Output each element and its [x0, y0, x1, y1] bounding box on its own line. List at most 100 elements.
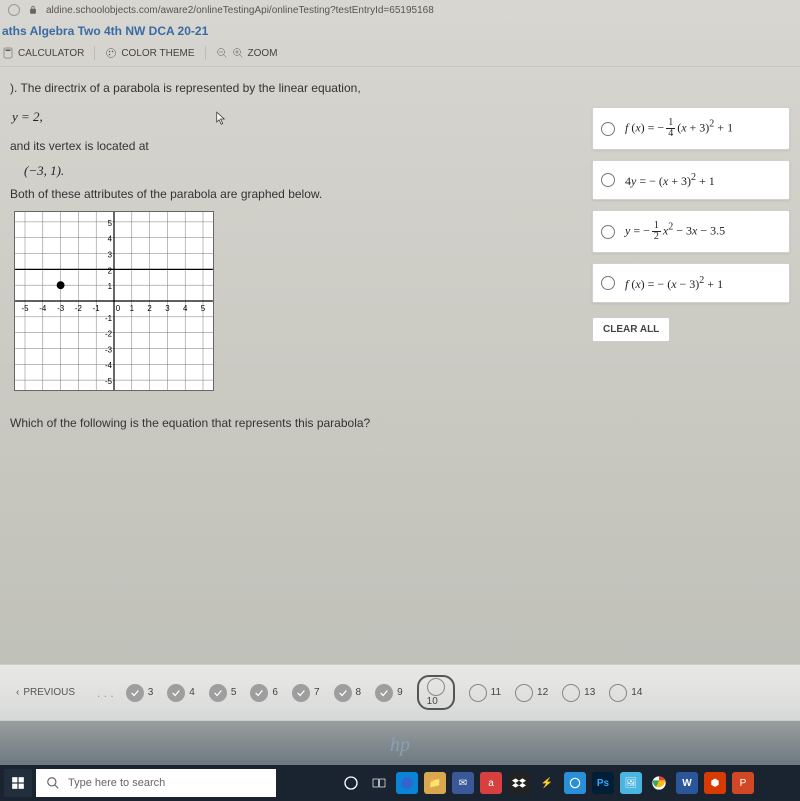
power-icon[interactable]: ⚡ [536, 772, 558, 794]
radio-icon [469, 684, 487, 702]
pager-item-11[interactable]: 11 [469, 684, 501, 702]
office-icon[interactable]: ⬢ [704, 772, 726, 794]
directrix-equation: y = 2, [12, 109, 430, 125]
calculator-icon [2, 47, 14, 59]
photoshop-icon[interactable]: Ps [592, 772, 614, 794]
previous-label: PREVIOUS [23, 687, 75, 698]
start-button[interactable] [4, 769, 32, 797]
clear-all-button[interactable]: CLEAR ALL [592, 317, 670, 342]
svg-text:-3: -3 [57, 304, 65, 313]
svg-text:3: 3 [108, 250, 113, 259]
radio-icon [562, 684, 580, 702]
svg-text:4: 4 [108, 235, 113, 244]
calculator-button[interactable]: CALCULATOR [2, 47, 84, 59]
app-icon-red[interactable]: a [480, 772, 502, 794]
cortana-icon[interactable] [340, 772, 362, 794]
pager-item-6[interactable]: 6 [250, 684, 278, 702]
option-c[interactable]: y = −12x2 − 3x − 3.5 [592, 210, 790, 253]
lock-icon [28, 5, 38, 15]
option-b[interactable]: 4y = − (x + 3)2 + 1 [592, 160, 790, 200]
pager-item-5[interactable]: 5 [209, 684, 237, 702]
svg-text:0: 0 [116, 304, 121, 313]
calculator-label: CALCULATOR [18, 48, 84, 59]
vertex-point-text: (−3, 1). [24, 163, 430, 179]
pager-item-8[interactable]: 8 [334, 684, 362, 702]
option-a-equation: f (x) = −14(x + 3)2 + 1 [625, 118, 733, 139]
zoom-controls[interactable]: ZOOM [216, 47, 278, 59]
toolbar: CALCULATOR COLOR THEME ZOOM [0, 46, 800, 67]
both-attributes-text: Both of these attributes of the parabola… [10, 187, 430, 201]
check-icon [126, 684, 144, 702]
hp-brand-logo: hp [390, 734, 410, 757]
y-axis-labels: 5 4 3 2 1 -1 -2 -3 -4 -5 [105, 219, 113, 386]
graph-container: -5 -4 -3 -2 -1 0 1 2 3 4 5 5 4 3 2 [14, 211, 430, 396]
svg-text:-1: -1 [93, 304, 101, 313]
vertex-intro-text: and its vertex is located at [10, 139, 430, 153]
pager-item-10[interactable]: 10 [417, 675, 455, 710]
svg-text:1: 1 [130, 304, 135, 313]
svg-text:5: 5 [201, 304, 206, 313]
previous-button[interactable]: ‹ PREVIOUS [6, 687, 85, 698]
svg-text:4: 4 [183, 304, 188, 313]
svg-text:-2: -2 [75, 304, 82, 313]
question-prompt: ). The directrix of a parabola is repres… [10, 81, 430, 95]
theme-label: COLOR THEME [121, 48, 194, 59]
radio-icon [601, 225, 615, 239]
check-icon [167, 684, 185, 702]
svg-text:5: 5 [108, 219, 113, 228]
pager-item-9[interactable]: 9 [375, 684, 403, 702]
option-d[interactable]: f (x) = − (x − 3)2 + 1 [592, 263, 790, 303]
question-pager: ‹ PREVIOUS . . . 3456789 10 11 12 13 14 [0, 664, 800, 721]
powerpoint-icon[interactable]: P [732, 772, 754, 794]
radio-icon [515, 684, 533, 702]
browser-nav-icon [8, 4, 20, 16]
edge-icon[interactable] [396, 772, 418, 794]
pager-ellipsis: . . . [93, 686, 118, 700]
explorer-icon[interactable]: 📁 [424, 772, 446, 794]
dropbox-icon[interactable] [508, 772, 530, 794]
followup-question: Which of the following is the equation t… [10, 416, 430, 430]
pager-item-7[interactable]: 7 [292, 684, 320, 702]
check-icon [250, 684, 268, 702]
word-icon[interactable]: W [676, 772, 698, 794]
pager-item-14[interactable]: 14 [609, 684, 642, 702]
option-a[interactable]: f (x) = −14(x + 3)2 + 1 [592, 107, 790, 150]
option-d-equation: f (x) = − (x − 3)2 + 1 [625, 275, 723, 292]
check-icon [292, 684, 310, 702]
svg-text:-4: -4 [105, 361, 113, 370]
search-icon [46, 776, 60, 790]
windows-icon [11, 776, 25, 790]
svg-text:-1: -1 [105, 314, 113, 323]
breadcrumb: aths Algebra Two 4th NW DCA 20-21 [0, 20, 800, 46]
pager-item-12[interactable]: 12 [515, 684, 548, 702]
taskview-icon[interactable] [368, 772, 390, 794]
svg-text:2: 2 [108, 266, 112, 275]
svg-text:1: 1 [108, 282, 113, 291]
pager-item-4[interactable]: 4 [167, 684, 195, 702]
radio-icon [601, 173, 615, 187]
radio-icon [601, 276, 615, 290]
zoom-out-icon [216, 47, 228, 59]
pager-item-13[interactable]: 13 [562, 684, 595, 702]
svg-text:-4: -4 [39, 304, 47, 313]
windows-taskbar: Type here to search 📁 ✉ a ⚡ Ps 🖼 W ⬢ P [0, 765, 800, 801]
cortana-ring-icon[interactable] [564, 772, 586, 794]
svg-text:3: 3 [165, 304, 170, 313]
svg-text:-3: -3 [105, 345, 113, 354]
palette-icon [105, 47, 117, 59]
color-theme-button[interactable]: COLOR THEME [105, 47, 194, 59]
taskbar-search[interactable]: Type here to search [36, 769, 276, 797]
svg-text:-5: -5 [105, 377, 113, 386]
radio-icon [609, 684, 627, 702]
url-text: aldine.schoolobjects.com/aware2/onlineTe… [46, 5, 434, 16]
mail-icon[interactable]: ✉ [452, 772, 474, 794]
svg-text:-2: -2 [105, 330, 112, 339]
parabola-graph: -5 -4 -3 -2 -1 0 1 2 3 4 5 5 4 3 2 [14, 211, 214, 391]
pager-item-3[interactable]: 3 [126, 684, 154, 702]
check-icon [334, 684, 352, 702]
radio-icon [427, 678, 445, 696]
image-app-icon[interactable]: 🖼 [620, 772, 642, 794]
check-icon [209, 684, 227, 702]
chrome-icon[interactable] [648, 772, 670, 794]
option-b-equation: 4y = − (x + 3)2 + 1 [625, 172, 715, 189]
